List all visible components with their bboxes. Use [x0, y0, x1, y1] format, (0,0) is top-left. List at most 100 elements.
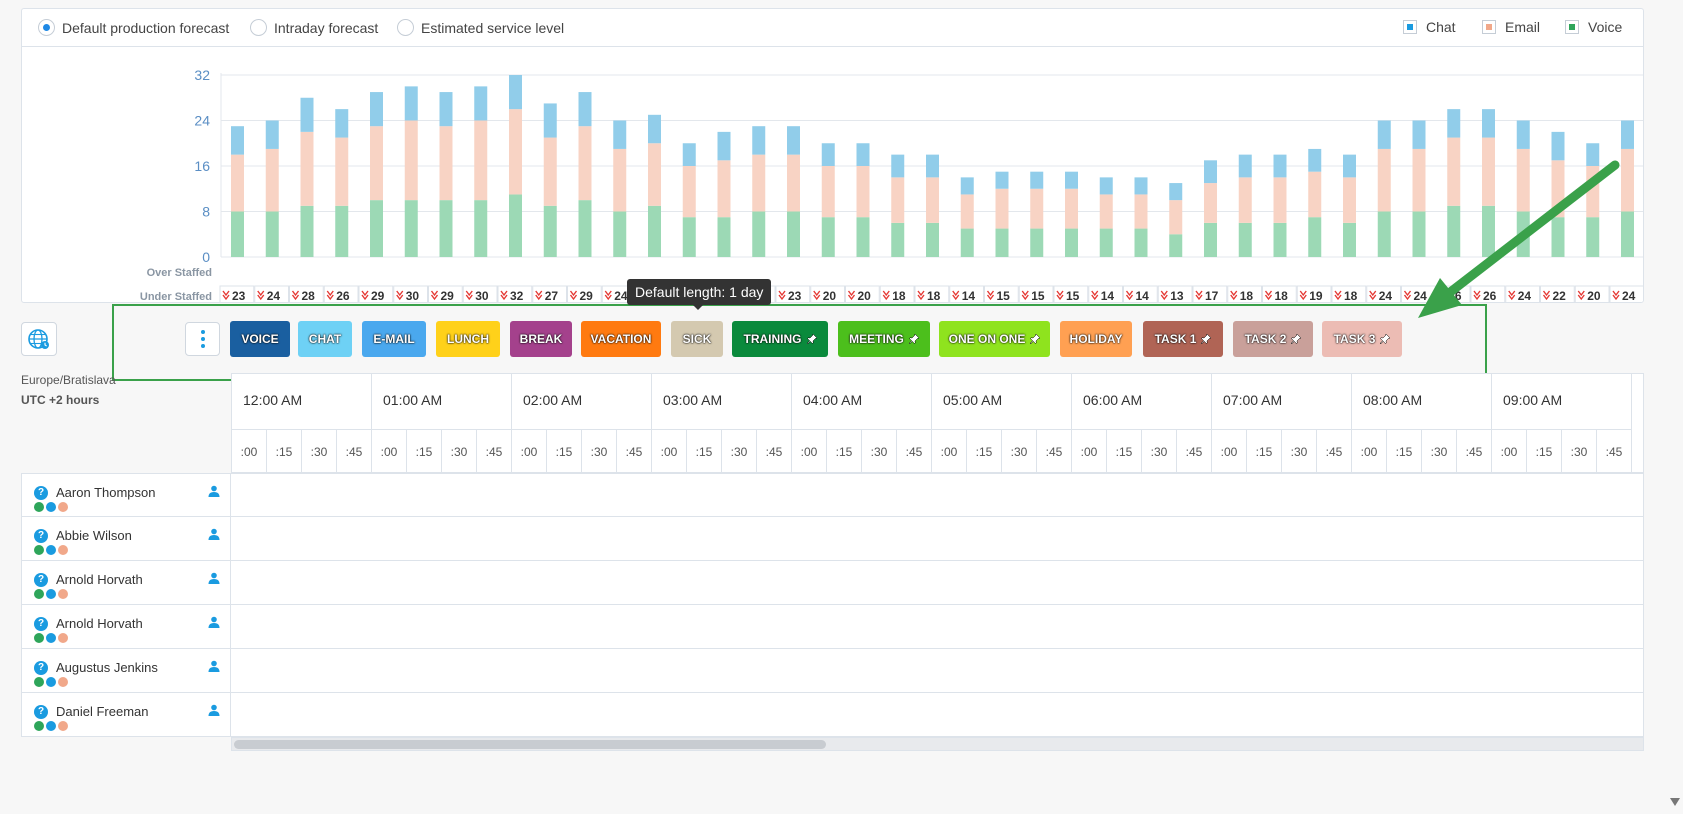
agent-name[interactable]: Augustus Jenkins — [56, 660, 158, 675]
radio-intraday-forecast[interactable]: Intraday forecast — [250, 19, 378, 36]
bar-segment-chat — [578, 92, 592, 127]
checkbox-icon[interactable] — [1565, 20, 1579, 34]
more-options-button[interactable] — [185, 322, 220, 356]
agent-row: ? Arnold Horvath — [21, 605, 1644, 649]
radio-icon[interactable] — [397, 19, 414, 36]
agent-name[interactable]: Daniel Freeman — [56, 704, 149, 719]
bar-segment-voice — [265, 211, 279, 257]
person-icon[interactable] — [208, 528, 220, 540]
bar-segment-email — [300, 131, 314, 206]
skill-dot-icon — [34, 721, 44, 731]
activity-one-on-one[interactable]: ONE ON ONE — [939, 321, 1050, 357]
skill-dot-icon — [58, 677, 68, 687]
legend-label: Email — [1505, 19, 1541, 35]
under-staffed-value: 24 — [1379, 289, 1393, 303]
scroll-down-arrow-icon[interactable] — [1670, 798, 1680, 806]
activity-break[interactable]: BREAK — [510, 321, 572, 357]
quarter-header: :00 — [792, 429, 827, 472]
help-icon[interactable]: ? — [34, 573, 48, 587]
bar-segment-chat — [787, 126, 800, 155]
timezone-button[interactable] — [21, 322, 57, 356]
radio-label: Estimated service level — [421, 19, 565, 36]
quarter-header: :15 — [1387, 429, 1422, 472]
skill-dot-icon — [34, 589, 44, 599]
agent-name[interactable]: Arnold Horvath — [56, 616, 143, 631]
legend-voice[interactable]: Voice — [1565, 19, 1622, 35]
bar-segment-email — [335, 137, 349, 206]
legend-chat[interactable]: Chat — [1403, 19, 1456, 35]
help-icon[interactable]: ? — [34, 486, 48, 500]
radio-label: Intraday forecast — [274, 19, 379, 36]
radio-estimated-service-level[interactable]: Estimated service level — [397, 19, 564, 36]
agent-schedule-row[interactable] — [231, 517, 1644, 561]
bar-segment-voice — [1238, 222, 1252, 257]
bar-segment-voice — [1099, 228, 1113, 257]
person-icon[interactable] — [208, 616, 220, 628]
activity-task-3[interactable]: TASK 3 — [1322, 321, 1402, 357]
person-icon[interactable] — [208, 485, 220, 497]
activity-voice[interactable]: VOICE — [230, 321, 290, 357]
activity-task-2[interactable]: TASK 2 — [1233, 321, 1313, 357]
legend-email[interactable]: Email — [1482, 19, 1540, 35]
bar-segment-voice — [1273, 222, 1287, 257]
activity-training[interactable]: TRAINING — [732, 321, 828, 357]
agent-schedule-row[interactable] — [231, 605, 1644, 649]
under-staffed-value: 18 — [1344, 289, 1358, 303]
help-icon[interactable]: ? — [34, 661, 48, 675]
bar-segment-chat — [300, 97, 314, 132]
agent-skill-dots — [34, 502, 68, 512]
hour-header: 07:00 AM — [1212, 374, 1352, 429]
checkbox-icon[interactable] — [1403, 20, 1417, 34]
bar-segment-email — [1586, 166, 1600, 218]
activity-chat[interactable]: CHAT — [298, 321, 352, 357]
bar-segment-chat — [1343, 154, 1356, 178]
bar-segment-chat — [1030, 171, 1044, 189]
agent-schedule-row[interactable] — [231, 649, 1644, 693]
activity-holiday[interactable]: HOLIDAY — [1060, 321, 1132, 357]
quarter-header: :00 — [1072, 429, 1107, 472]
scrollbar-thumb[interactable] — [234, 740, 826, 749]
agent-name[interactable]: Aaron Thompson — [56, 485, 156, 500]
bar-segment-voice — [1065, 228, 1078, 257]
bar-segment-email — [578, 126, 592, 201]
help-icon[interactable]: ? — [34, 705, 48, 719]
agent-name[interactable]: Arnold Horvath — [56, 572, 143, 587]
bar-segment-voice — [1516, 211, 1530, 257]
person-icon[interactable] — [208, 572, 220, 584]
activity-sick[interactable]: SICK — [671, 321, 723, 357]
horizontal-scrollbar[interactable] — [231, 737, 1644, 751]
help-icon[interactable]: ? — [34, 617, 48, 631]
hour-header: 06:00 AM — [1072, 374, 1212, 429]
agent-schedule-row[interactable] — [231, 693, 1644, 737]
activity-vacation[interactable]: VACATION — [581, 321, 661, 357]
person-icon[interactable] — [208, 704, 220, 716]
activity-task-1[interactable]: TASK 1 — [1143, 321, 1223, 357]
radio-icon[interactable] — [250, 19, 267, 36]
skill-dot-icon — [34, 502, 44, 512]
radio-selected-icon[interactable] — [38, 19, 55, 36]
pin-icon — [1291, 334, 1302, 344]
agent-info-cell: ? Aaron Thompson — [21, 473, 231, 517]
activity-meeting[interactable]: MEETING — [838, 321, 930, 357]
agent-name[interactable]: Abbie Wilson — [56, 528, 132, 543]
bar-segment-voice — [231, 211, 244, 257]
agent-schedule-row[interactable] — [231, 561, 1644, 605]
quarter-header: :00 — [232, 429, 267, 472]
person-icon[interactable] — [208, 660, 220, 672]
help-icon[interactable]: ? — [34, 529, 48, 543]
bar-segment-email — [787, 154, 800, 212]
agent-row: ? Daniel Freeman — [21, 693, 1644, 737]
activity-e-mail[interactable]: E-MAIL — [362, 321, 426, 357]
checkbox-icon[interactable] — [1482, 20, 1496, 34]
bar-segment-voice — [1482, 205, 1495, 257]
quarter-header: :15 — [687, 429, 722, 472]
forecast-options-bar: Default production forecast Intraday for… — [22, 9, 1643, 47]
activity-label: TASK 2 — [1244, 332, 1287, 346]
activity-lunch[interactable]: LUNCH — [436, 321, 500, 357]
under-staffed-value: 28 — [302, 289, 316, 303]
bar-segment-email — [613, 148, 627, 212]
agent-schedule-row[interactable] — [231, 473, 1644, 517]
quarter-header: :15 — [547, 429, 582, 472]
radio-default-production-forecast[interactable]: Default production forecast — [38, 19, 229, 36]
quarter-header: :45 — [1317, 429, 1352, 472]
